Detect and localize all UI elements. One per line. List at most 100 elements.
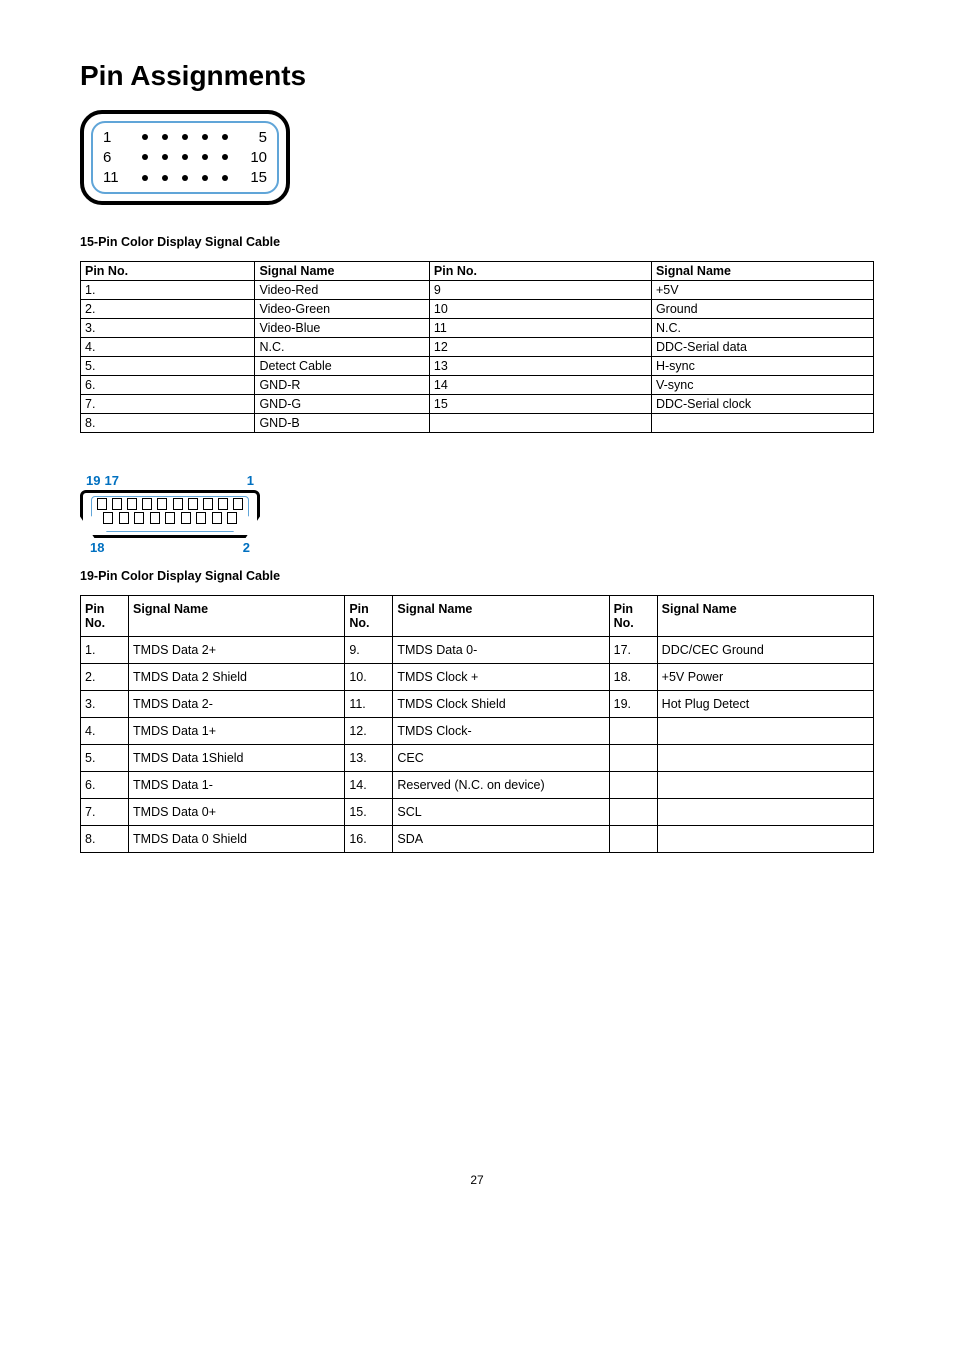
table-cell: 6.	[81, 772, 129, 799]
table-cell: 11	[429, 319, 651, 338]
table-cell	[657, 718, 873, 745]
table-cell	[609, 826, 657, 853]
table-cell	[657, 799, 873, 826]
table-cell: TMDS Data 1-	[129, 772, 345, 799]
table-cell: 4.	[81, 718, 129, 745]
table-cell: V-sync	[651, 376, 873, 395]
table-cell	[657, 826, 873, 853]
table-header: Signal Name	[393, 596, 609, 637]
table-cell: TMDS Data 0+	[129, 799, 345, 826]
table-header: Pin No.	[429, 262, 651, 281]
table-cell: 2.	[81, 300, 255, 319]
table-row: 1.TMDS Data 2+9.TMDS Data 0-17.DDC/CEC G…	[81, 637, 874, 664]
table-cell	[651, 414, 873, 433]
vga-connector-diagram: 1 5 6 10 11 15	[80, 110, 290, 205]
table-row: 2.TMDS Data 2 Shield10.TMDS Clock +18.+5…	[81, 664, 874, 691]
table-cell: 3.	[81, 319, 255, 338]
table-cell: 10.	[345, 664, 393, 691]
table-cell	[609, 745, 657, 772]
hdmi-connector-diagram: 19 17 1 18 2	[80, 473, 260, 555]
table-cell: 7.	[81, 395, 255, 414]
table-cell: TMDS Clock +	[393, 664, 609, 691]
connector-row-3: 11 15	[103, 169, 267, 186]
table-cell: +5V	[651, 281, 873, 300]
table-cell: Video-Green	[255, 300, 429, 319]
pin-label-15: 15	[247, 169, 267, 186]
table-cell	[429, 414, 651, 433]
table-cell: CEC	[393, 745, 609, 772]
pinout-table-15pin: Pin No. Signal Name Pin No. Signal Name …	[80, 261, 874, 433]
hdmi-pin-label-18: 18	[90, 540, 104, 555]
table-row: 3.TMDS Data 2-11.TMDS Clock Shield19.Hot…	[81, 691, 874, 718]
table-cell: TMDS Clock-	[393, 718, 609, 745]
table-cell: 3.	[81, 691, 129, 718]
table-cell: TMDS Data 2 Shield	[129, 664, 345, 691]
table-cell: Detect Cable	[255, 357, 429, 376]
pinout-table-19pin: Pin No. Signal Name Pin No. Signal Name …	[80, 595, 874, 853]
table-cell: 5.	[81, 745, 129, 772]
table-row: 2.Video-Green10Ground	[81, 300, 874, 319]
table-header-row: Pin No. Signal Name Pin No. Signal Name	[81, 262, 874, 281]
table-cell: 14	[429, 376, 651, 395]
table-cell: 4.	[81, 338, 255, 357]
table-cell: 9	[429, 281, 651, 300]
table-header: Signal Name	[129, 596, 345, 637]
table-cell: GND-R	[255, 376, 429, 395]
table-row: 8.TMDS Data 0 Shield16.SDA	[81, 826, 874, 853]
hdmi-pin-label-19: 19	[86, 473, 100, 488]
connector-row-1: 1 5	[103, 129, 267, 146]
table-cell: DDC/CEC Ground	[657, 637, 873, 664]
table-cell: 1.	[81, 281, 255, 300]
table-cell: 2.	[81, 664, 129, 691]
table-cell: 16.	[345, 826, 393, 853]
table-header: Pin No.	[345, 596, 393, 637]
table-cell: 14.	[345, 772, 393, 799]
table-cell: 9.	[345, 637, 393, 664]
table-cell: GND-B	[255, 414, 429, 433]
table-row: 7.GND-G15DDC-Serial clock	[81, 395, 874, 414]
table-cell: 13	[429, 357, 651, 376]
table-cell: Reserved (N.C. on device)	[393, 772, 609, 799]
table-cell: TMDS Data 1+	[129, 718, 345, 745]
table-header: Signal Name	[651, 262, 873, 281]
table-cell: 7.	[81, 799, 129, 826]
table-row: 5.TMDS Data 1Shield13.CEC	[81, 745, 874, 772]
hdmi-pin-label-2: 2	[243, 540, 250, 555]
table-cell	[657, 745, 873, 772]
table-row: 6.GND-R14V-sync	[81, 376, 874, 395]
table-cell: TMDS Data 2+	[129, 637, 345, 664]
table-row: 8.GND-B	[81, 414, 874, 433]
table-cell: DDC-Serial data	[651, 338, 873, 357]
table-cell: 18.	[609, 664, 657, 691]
table-cell: 12	[429, 338, 651, 357]
table-cell: SCL	[393, 799, 609, 826]
table-cell: 17.	[609, 637, 657, 664]
pin-label-1: 1	[103, 129, 123, 146]
pin-label-11: 11	[103, 169, 123, 186]
table-header: Signal Name	[657, 596, 873, 637]
table-cell	[657, 772, 873, 799]
table-header: Pin No.	[81, 262, 255, 281]
table-cell: N.C.	[255, 338, 429, 357]
table-cell: 12.	[345, 718, 393, 745]
table-cell: 19.	[609, 691, 657, 718]
table-header: Pin No.	[81, 596, 129, 637]
page-number: 27	[80, 1173, 874, 1187]
table-cell	[609, 799, 657, 826]
table-row: 5.Detect Cable13H-sync	[81, 357, 874, 376]
hdmi-pin-label-17: 17	[104, 473, 118, 488]
table-cell: TMDS Data 0 Shield	[129, 826, 345, 853]
table-cell: 1.	[81, 637, 129, 664]
table-row: 4.N.C.12DDC-Serial data	[81, 338, 874, 357]
table-cell: N.C.	[651, 319, 873, 338]
table-row: 7.TMDS Data 0+15.SCL	[81, 799, 874, 826]
table-cell: Video-Blue	[255, 319, 429, 338]
table-row: 4.TMDS Data 1+12.TMDS Clock-	[81, 718, 874, 745]
table-cell: SDA	[393, 826, 609, 853]
section-label-15pin: 15-Pin Color Display Signal Cable	[80, 235, 874, 249]
pin-label-10: 10	[247, 149, 267, 166]
table-row: 3.Video-Blue11N.C.	[81, 319, 874, 338]
page-title: Pin Assignments	[80, 60, 874, 92]
table-cell: 8.	[81, 414, 255, 433]
table-cell: 15	[429, 395, 651, 414]
